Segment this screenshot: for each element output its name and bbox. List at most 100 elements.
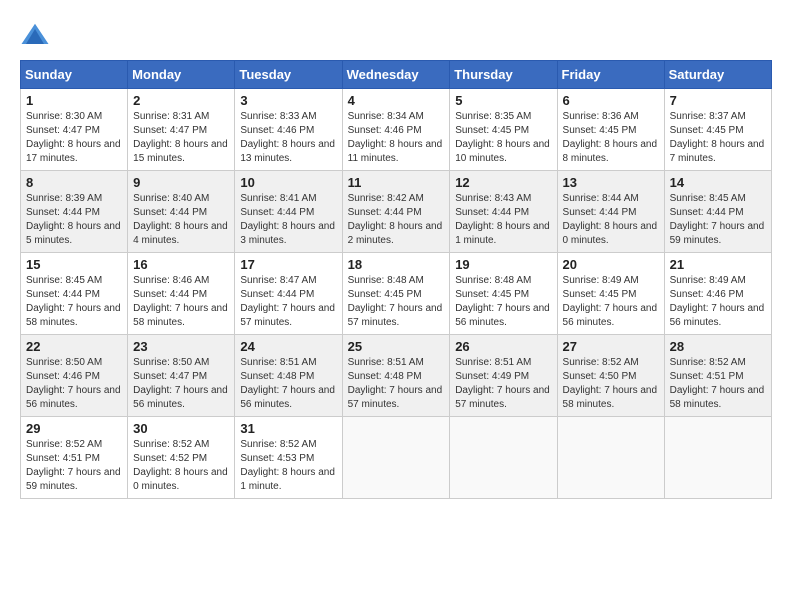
calendar-cell: 24Sunrise: 8:51 AMSunset: 4:48 PMDayligh… bbox=[235, 335, 342, 417]
calendar-cell: 15 Sunrise: 8:45 AMSunset: 4:44 PMDayligh… bbox=[21, 253, 128, 335]
day-info: Sunrise: 8:36 AMSunset: 4:45 PMDaylight:… bbox=[563, 110, 659, 166]
day-header-thursday: Thursday bbox=[450, 61, 557, 89]
calendar-cell: 4Sunrise: 8:34 AMSunset: 4:46 PMDaylight… bbox=[342, 89, 450, 171]
calendar-cell bbox=[557, 417, 664, 499]
day-info: Sunrise: 8:45 AMSunset: 4:44 PMDaylight:… bbox=[670, 192, 766, 248]
day-number: 21 bbox=[670, 257, 766, 272]
day-number: 3 bbox=[240, 93, 336, 108]
calendar-cell: 13 Sunrise: 8:44 AMSunset: 4:44 PMDayligh… bbox=[557, 171, 664, 253]
day-number: 11 bbox=[348, 175, 445, 190]
day-number: 31 bbox=[240, 421, 336, 436]
day-info: Sunrise: 8:40 AMSunset: 4:44 PMDaylight:… bbox=[133, 192, 229, 248]
day-number: 25 bbox=[348, 339, 445, 354]
logo bbox=[20, 20, 54, 50]
day-info: Sunrise: 8:33 AMSunset: 4:46 PMDaylight:… bbox=[240, 110, 336, 166]
calendar-week-row: 29Sunrise: 8:52 AMSunset: 4:51 PMDayligh… bbox=[21, 417, 772, 499]
calendar-cell bbox=[342, 417, 450, 499]
calendar-cell: 7 Sunrise: 8:37 AMSunset: 4:45 PMDaylight… bbox=[664, 89, 771, 171]
day-info: Sunrise: 8:41 AMSunset: 4:44 PMDaylight:… bbox=[240, 192, 336, 248]
day-info: Sunrise: 8:52 AMSunset: 4:50 PMDaylight:… bbox=[563, 356, 659, 412]
calendar-cell: 21Sunrise: 8:49 AMSunset: 4:46 PMDayligh… bbox=[664, 253, 771, 335]
day-info: Sunrise: 8:30 AMSunset: 4:47 PMDaylight:… bbox=[26, 110, 122, 166]
day-number: 19 bbox=[455, 257, 551, 272]
day-number: 30 bbox=[133, 421, 229, 436]
calendar-cell: 17 Sunrise: 8:47 AMSunset: 4:44 PMDayligh… bbox=[235, 253, 342, 335]
calendar-cell: 6 Sunrise: 8:36 AMSunset: 4:45 PMDaylight… bbox=[557, 89, 664, 171]
day-info: Sunrise: 8:52 AMSunset: 4:53 PMDaylight:… bbox=[240, 438, 336, 494]
calendar-week-row: 8 Sunrise: 8:39 AMSunset: 4:44 PMDaylight… bbox=[21, 171, 772, 253]
day-info: Sunrise: 8:48 AMSunset: 4:45 PMDaylight:… bbox=[455, 274, 551, 330]
calendar-cell: 20 Sunrise: 8:49 AMSunset: 4:45 PMDayligh… bbox=[557, 253, 664, 335]
day-info: Sunrise: 8:48 AMSunset: 4:45 PMDaylight:… bbox=[348, 274, 445, 330]
day-number: 26 bbox=[455, 339, 551, 354]
day-number: 12 bbox=[455, 175, 551, 190]
day-info: Sunrise: 8:45 AMSunset: 4:44 PMDaylight:… bbox=[26, 274, 122, 330]
day-header-wednesday: Wednesday bbox=[342, 61, 450, 89]
calendar-cell: 23 Sunrise: 8:50 AMSunset: 4:47 PMDayligh… bbox=[128, 335, 235, 417]
day-info: Sunrise: 8:50 AMSunset: 4:46 PMDaylight:… bbox=[26, 356, 122, 412]
page-header bbox=[20, 20, 772, 50]
calendar-cell: 31 Sunrise: 8:52 AMSunset: 4:53 PMDayligh… bbox=[235, 417, 342, 499]
day-header-saturday: Saturday bbox=[664, 61, 771, 89]
day-number: 18 bbox=[348, 257, 445, 272]
day-number: 23 bbox=[133, 339, 229, 354]
calendar-cell: 10 Sunrise: 8:41 AMSunset: 4:44 PMDayligh… bbox=[235, 171, 342, 253]
calendar-cell: 27 Sunrise: 8:52 AMSunset: 4:50 PMDayligh… bbox=[557, 335, 664, 417]
calendar-header-row: SundayMondayTuesdayWednesdayThursdayFrid… bbox=[21, 61, 772, 89]
day-info: Sunrise: 8:49 AMSunset: 4:45 PMDaylight:… bbox=[563, 274, 659, 330]
day-header-sunday: Sunday bbox=[21, 61, 128, 89]
day-number: 15 bbox=[26, 257, 122, 272]
day-info: Sunrise: 8:39 AMSunset: 4:44 PMDaylight:… bbox=[26, 192, 122, 248]
day-info: Sunrise: 8:37 AMSunset: 4:45 PMDaylight:… bbox=[670, 110, 766, 166]
day-number: 8 bbox=[26, 175, 122, 190]
day-number: 22 bbox=[26, 339, 122, 354]
day-number: 17 bbox=[240, 257, 336, 272]
day-info: Sunrise: 8:47 AMSunset: 4:44 PMDaylight:… bbox=[240, 274, 336, 330]
calendar-cell: 16Sunrise: 8:46 AMSunset: 4:44 PMDayligh… bbox=[128, 253, 235, 335]
calendar-cell: 30 Sunrise: 8:52 AMSunset: 4:52 PMDayligh… bbox=[128, 417, 235, 499]
day-number: 13 bbox=[563, 175, 659, 190]
calendar-cell: 2Sunrise: 8:31 AMSunset: 4:47 PMDaylight… bbox=[128, 89, 235, 171]
day-number: 9 bbox=[133, 175, 229, 190]
day-number: 20 bbox=[563, 257, 659, 272]
day-info: Sunrise: 8:35 AMSunset: 4:45 PMDaylight:… bbox=[455, 110, 551, 166]
day-info: Sunrise: 8:51 AMSunset: 4:48 PMDaylight:… bbox=[348, 356, 445, 412]
calendar-cell: 25 Sunrise: 8:51 AMSunset: 4:48 PMDayligh… bbox=[342, 335, 450, 417]
calendar-cell: 9 Sunrise: 8:40 AMSunset: 4:44 PMDaylight… bbox=[128, 171, 235, 253]
day-header-friday: Friday bbox=[557, 61, 664, 89]
day-info: Sunrise: 8:42 AMSunset: 4:44 PMDaylight:… bbox=[348, 192, 445, 248]
calendar-cell: 19 Sunrise: 8:48 AMSunset: 4:45 PMDayligh… bbox=[450, 253, 557, 335]
day-number: 10 bbox=[240, 175, 336, 190]
day-info: Sunrise: 8:50 AMSunset: 4:47 PMDaylight:… bbox=[133, 356, 229, 412]
day-info: Sunrise: 8:44 AMSunset: 4:44 PMDaylight:… bbox=[563, 192, 659, 248]
day-info: Sunrise: 8:51 AMSunset: 4:49 PMDaylight:… bbox=[455, 356, 551, 412]
calendar-cell bbox=[450, 417, 557, 499]
calendar-cell: 3 Sunrise: 8:33 AMSunset: 4:46 PMDaylight… bbox=[235, 89, 342, 171]
calendar-cell bbox=[664, 417, 771, 499]
day-number: 4 bbox=[348, 93, 445, 108]
day-header-tuesday: Tuesday bbox=[235, 61, 342, 89]
day-number: 28 bbox=[670, 339, 766, 354]
day-number: 29 bbox=[26, 421, 122, 436]
calendar-cell: 29Sunrise: 8:52 AMSunset: 4:51 PMDayligh… bbox=[21, 417, 128, 499]
calendar-cell: 14Sunrise: 8:45 AMSunset: 4:44 PMDayligh… bbox=[664, 171, 771, 253]
calendar-week-row: 1 Sunrise: 8:30 AMSunset: 4:47 PMDaylight… bbox=[21, 89, 772, 171]
calendar-cell: 22 Sunrise: 8:50 AMSunset: 4:46 PMDayligh… bbox=[21, 335, 128, 417]
day-number: 1 bbox=[26, 93, 122, 108]
day-number: 7 bbox=[670, 93, 766, 108]
calendar-table: SundayMondayTuesdayWednesdayThursdayFrid… bbox=[20, 60, 772, 499]
day-number: 5 bbox=[455, 93, 551, 108]
logo-icon bbox=[20, 20, 50, 50]
day-number: 27 bbox=[563, 339, 659, 354]
day-header-monday: Monday bbox=[128, 61, 235, 89]
calendar-cell: 1 Sunrise: 8:30 AMSunset: 4:47 PMDaylight… bbox=[21, 89, 128, 171]
calendar-cell: 18 Sunrise: 8:48 AMSunset: 4:45 PMDayligh… bbox=[342, 253, 450, 335]
day-info: Sunrise: 8:51 AMSunset: 4:48 PMDaylight:… bbox=[240, 356, 336, 412]
calendar-cell: 11 Sunrise: 8:42 AMSunset: 4:44 PMDayligh… bbox=[342, 171, 450, 253]
day-info: Sunrise: 8:52 AMSunset: 4:52 PMDaylight:… bbox=[133, 438, 229, 494]
calendar-cell: 26 Sunrise: 8:51 AMSunset: 4:49 PMDayligh… bbox=[450, 335, 557, 417]
calendar-cell: 8 Sunrise: 8:39 AMSunset: 4:44 PMDaylight… bbox=[21, 171, 128, 253]
day-info: Sunrise: 8:31 AMSunset: 4:47 PMDaylight:… bbox=[133, 110, 229, 166]
calendar-cell: 12Sunrise: 8:43 AMSunset: 4:44 PMDayligh… bbox=[450, 171, 557, 253]
day-number: 6 bbox=[563, 93, 659, 108]
